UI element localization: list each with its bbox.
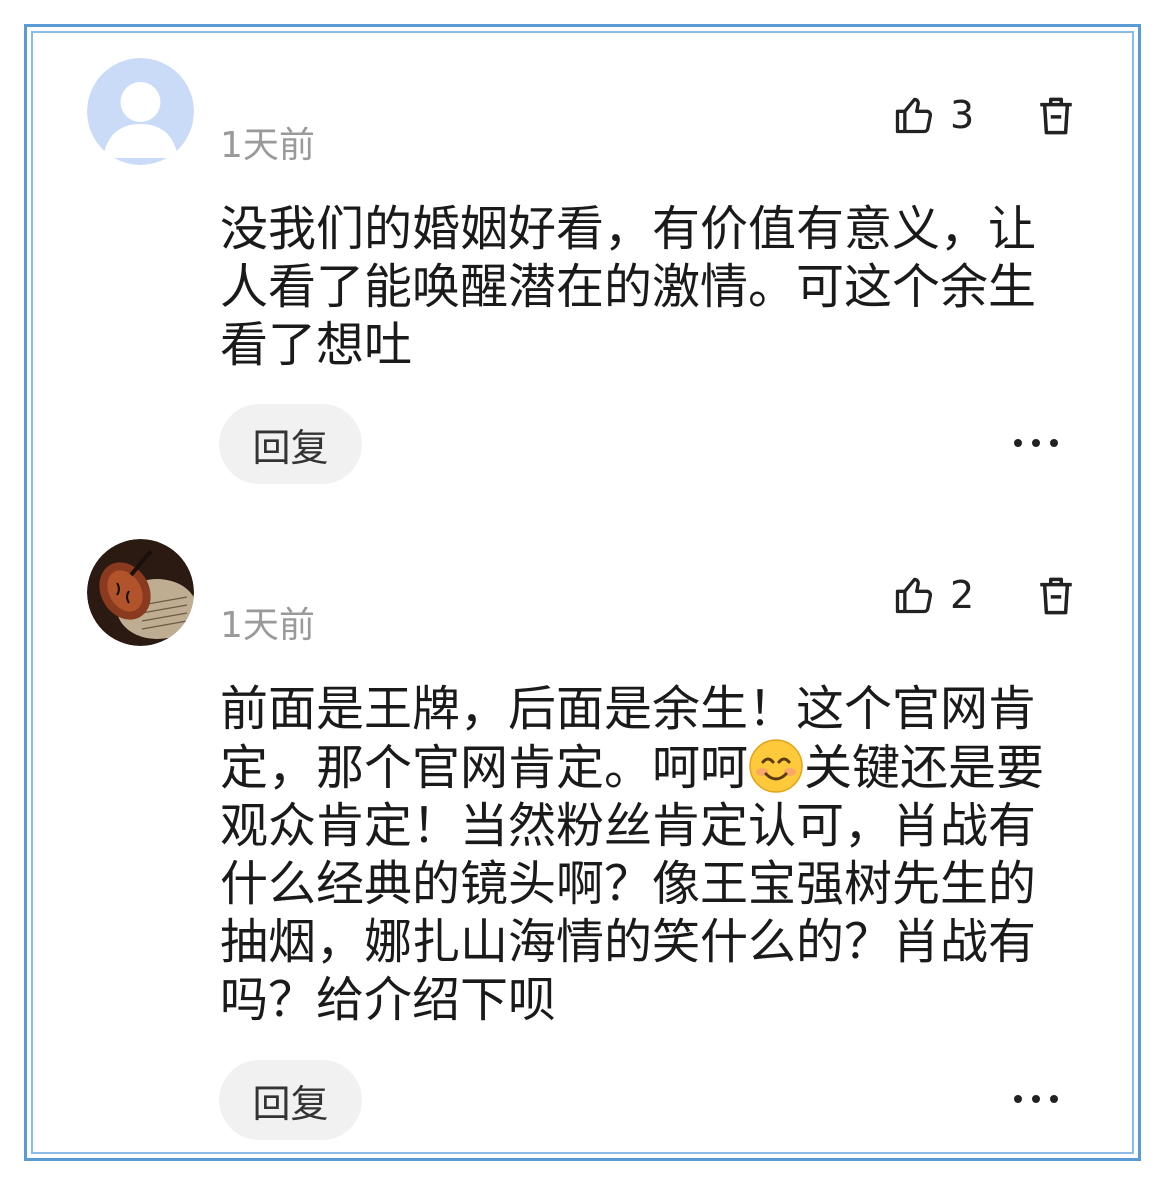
like-button[interactable]: 3 (892, 93, 974, 137)
more-dots-icon[interactable] (1014, 437, 1058, 449)
like-button[interactable]: 2 (892, 573, 974, 617)
comment-text: 没我们的婚姻好看，有价值有意义，让人看了能唤醒潜在的激情。可这个余生看了想吐 (220, 201, 1037, 373)
violin-image-icon (87, 539, 194, 646)
comment-text: 前面是王牌，后面是余生！这个官网肯定，那个官网肯定。呵呵 关键还是要观众肯定！当… (220, 680, 1070, 1029)
smiling-face-emoji (749, 739, 803, 793)
reply-button[interactable]: 回复 (219, 1060, 362, 1140)
like-count: 2 (950, 573, 975, 617)
delete-button[interactable] (1035, 94, 1077, 142)
user-placeholder-icon (87, 58, 194, 165)
delete-button[interactable] (1035, 574, 1077, 622)
trash-icon (1040, 577, 1072, 615)
default-avatar[interactable] (87, 58, 194, 165)
trash-icon (1040, 97, 1072, 135)
thumbs-up-icon (895, 97, 933, 134)
comment-time: 1天前 (220, 605, 315, 646)
violin-avatar[interactable] (87, 539, 194, 646)
comment-time: 1天前 (220, 125, 315, 166)
reply-button[interactable]: 回复 (219, 404, 362, 484)
more-dots-icon[interactable] (1014, 1093, 1058, 1105)
thumbs-up-icon (895, 577, 933, 614)
like-count: 3 (950, 93, 975, 137)
